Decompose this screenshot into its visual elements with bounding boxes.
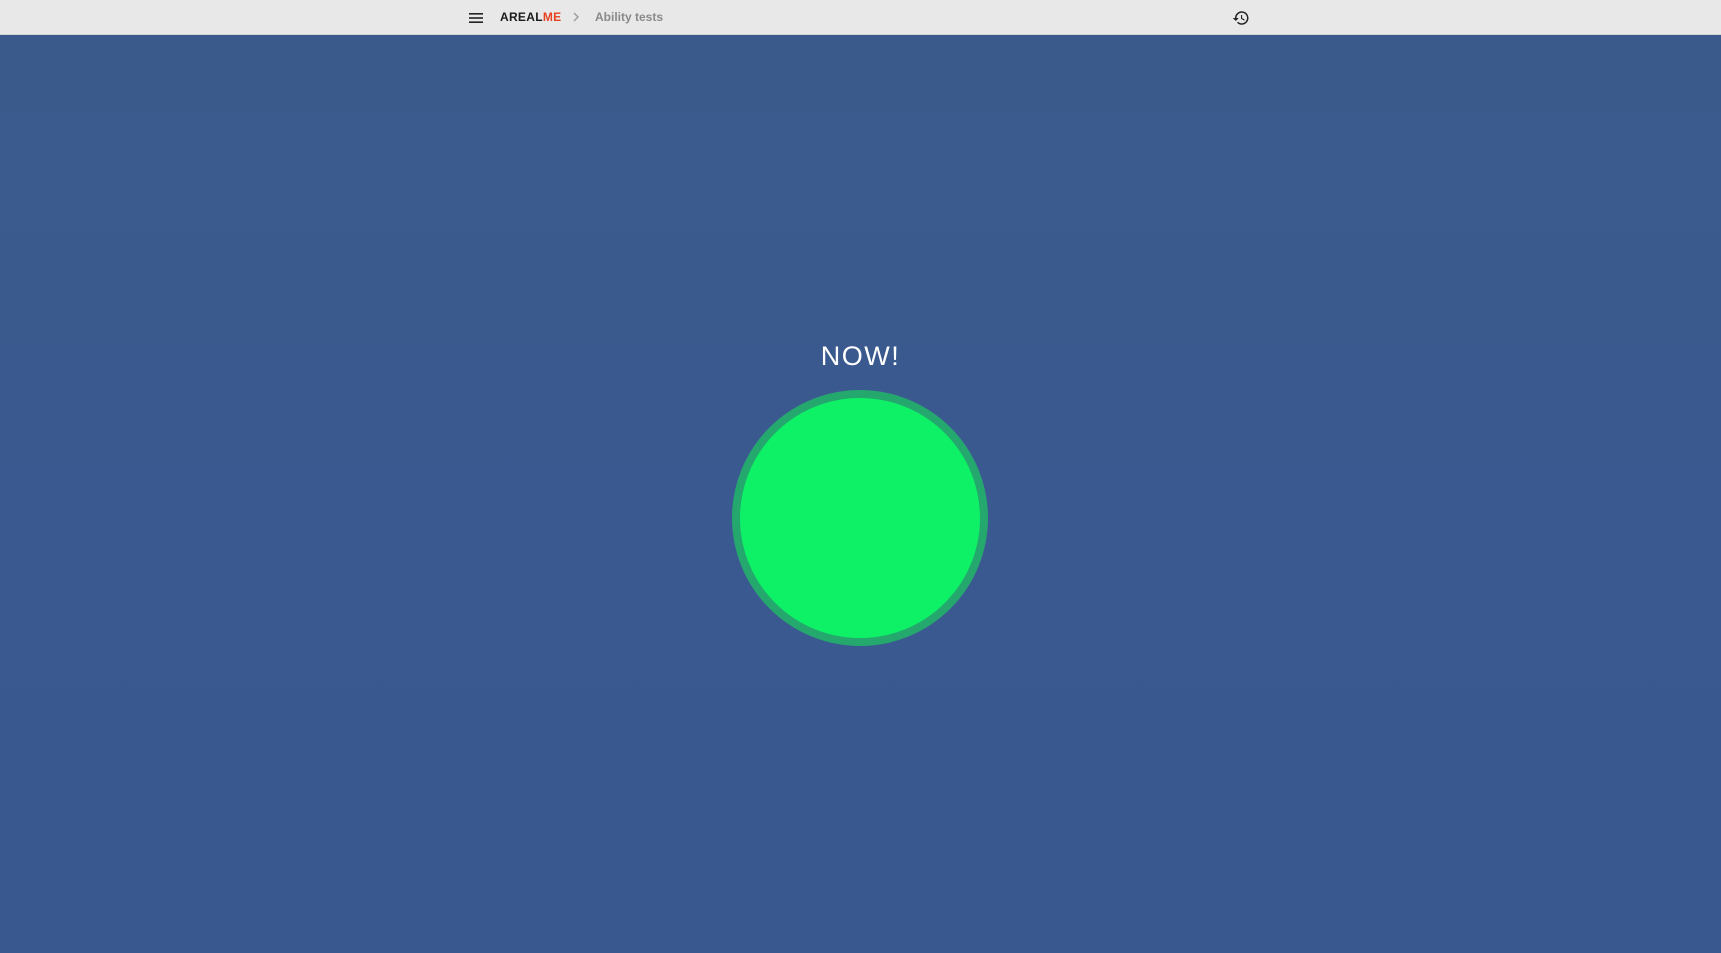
menu-button[interactable] <box>466 8 486 28</box>
reaction-target-circle[interactable] <box>732 390 988 646</box>
history-button[interactable] <box>1231 8 1251 28</box>
logo-main: AREAL <box>500 10 543 24</box>
top-bar: AREALME Ability tests <box>0 0 1721 35</box>
test-prompt: NOW! <box>820 341 901 371</box>
hamburger-menu-icon <box>469 13 483 23</box>
breadcrumb-ability-tests[interactable]: Ability tests <box>595 10 663 25</box>
logo-link[interactable]: AREALME <box>500 10 561 25</box>
logo-accent: ME <box>542 10 562 24</box>
chevron-right-icon <box>570 9 582 25</box>
history-icon <box>1232 11 1249 25</box>
